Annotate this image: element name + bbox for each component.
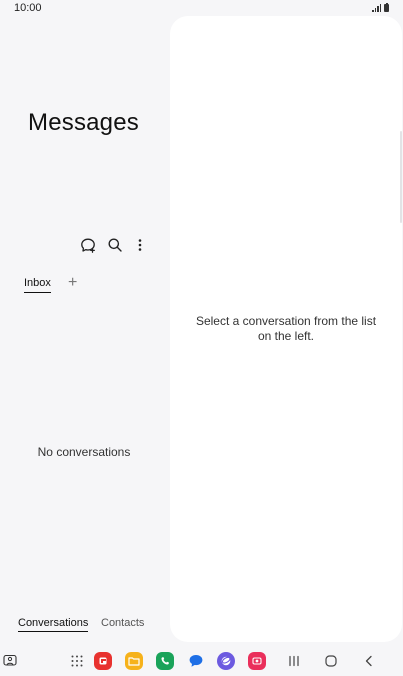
page-title: Messages bbox=[28, 109, 139, 136]
taskbar bbox=[0, 647, 403, 674]
more-options-button[interactable] bbox=[130, 235, 150, 255]
flipboard-icon bbox=[94, 652, 112, 670]
bottom-tabs: Conversations Contacts bbox=[18, 617, 158, 637]
status-bar: 10:00 bbox=[0, 0, 403, 16]
status-time: 10:00 bbox=[14, 2, 42, 14]
internet-icon bbox=[217, 652, 235, 670]
select-conversation-hint: Select a conversation from the list on t… bbox=[195, 314, 377, 343]
toolbar bbox=[78, 235, 150, 255]
search-button[interactable] bbox=[105, 235, 125, 255]
conversation-list-pane: Messages Inbox + No conversations Conver… bbox=[0, 16, 168, 642]
my-files-app-button[interactable] bbox=[124, 651, 144, 671]
screen-recorder-icon bbox=[248, 652, 266, 670]
battery-icon bbox=[384, 2, 389, 12]
back-button[interactable] bbox=[359, 651, 379, 671]
home-button[interactable] bbox=[321, 651, 341, 671]
screen: 10:00 Messages Inbox + No conversations … bbox=[0, 0, 403, 676]
screen-recorder-app-button[interactable] bbox=[247, 651, 267, 671]
empty-state-text: No conversations bbox=[37, 445, 131, 459]
recent-apps-toggle-button[interactable] bbox=[0, 651, 20, 671]
category-tabs: Inbox + bbox=[24, 274, 164, 297]
new-chat-icon bbox=[81, 238, 95, 253]
tab-contacts[interactable]: Contacts bbox=[101, 617, 144, 629]
folder-icon bbox=[125, 652, 143, 670]
internet-app-button[interactable] bbox=[216, 651, 236, 671]
apps-button[interactable] bbox=[67, 651, 87, 671]
taskbar-panel-icon bbox=[3, 654, 17, 666]
search-icon bbox=[108, 238, 122, 252]
more-options-icon bbox=[138, 239, 142, 251]
new-chat-button[interactable] bbox=[78, 235, 98, 255]
signal-icon bbox=[372, 3, 381, 12]
apps-grid-icon bbox=[71, 655, 83, 667]
back-icon bbox=[365, 655, 372, 667]
edge-panel-handle[interactable] bbox=[400, 131, 402, 223]
flipboard-app-button[interactable] bbox=[93, 651, 113, 671]
phone-icon bbox=[156, 652, 174, 670]
status-icons bbox=[372, 2, 389, 12]
add-category-button[interactable]: + bbox=[68, 274, 77, 292]
messages-app-icon bbox=[189, 655, 203, 667]
recent-apps-button[interactable] bbox=[284, 651, 304, 671]
phone-app-button[interactable] bbox=[155, 651, 175, 671]
conversation-detail-pane: Select a conversation from the list on t… bbox=[170, 16, 402, 642]
messages-app-button[interactable] bbox=[186, 651, 206, 671]
home-icon bbox=[325, 655, 337, 667]
tab-inbox[interactable]: Inbox bbox=[24, 277, 51, 293]
tab-conversations[interactable]: Conversations bbox=[18, 617, 89, 632]
recents-icon bbox=[289, 655, 299, 667]
